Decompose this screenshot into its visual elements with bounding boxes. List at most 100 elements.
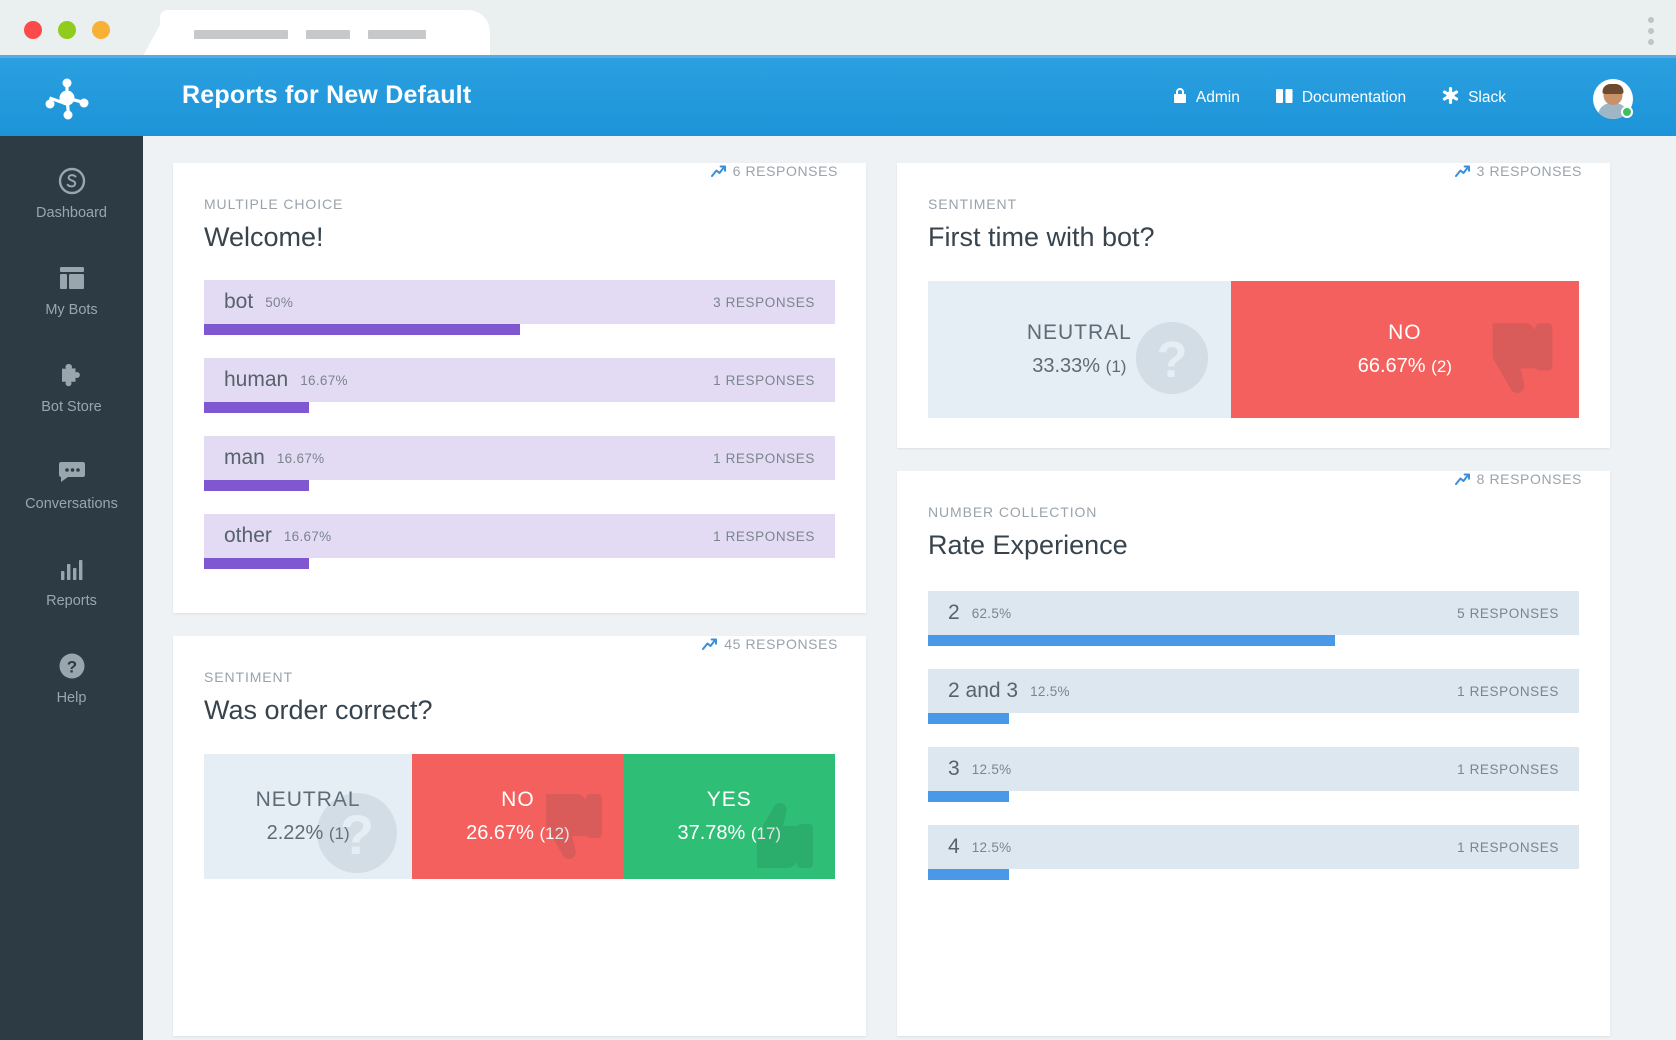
bar-count: 1 RESPONSES	[1457, 761, 1559, 777]
bar-row[interactable]: 2 62.5% 5 RESPONSES	[928, 591, 1579, 646]
sentiment-count: (1)	[1105, 357, 1127, 376]
maximize-window-button[interactable]	[92, 21, 110, 39]
sentiment-segment-neutral[interactable]: NEUTRAL 2.22% (1) ?	[204, 754, 413, 879]
bar-count: 1 RESPONSES	[1457, 683, 1559, 699]
tab-bar-3	[368, 30, 426, 39]
sidebar-item-bot-store[interactable]: Bot Store	[0, 352, 143, 423]
trend-up-icon	[702, 638, 718, 650]
layout-icon	[58, 263, 86, 293]
sentiment-value: 66.67% (2)	[1358, 355, 1452, 378]
card-welcome: MULTIPLE CHOICE 6 RESPONSES Welcome! bot…	[173, 163, 866, 613]
sentiment-percent: 26.67%	[466, 822, 534, 844]
avatar-hair	[1602, 84, 1624, 94]
bar-percent: 16.67%	[283, 528, 332, 544]
card-rate-experience-question: Rate Experience	[928, 530, 1128, 560]
brand-logo-icon[interactable]	[38, 78, 96, 120]
bar-percent: 62.5%	[971, 605, 1012, 621]
card-welcome-responses-label: 6 RESPONSES	[732, 163, 838, 179]
sentiment-count: (17)	[750, 824, 782, 843]
sidebar-item-reports[interactable]: Reports	[0, 546, 143, 617]
card-welcome-question: Welcome!	[204, 222, 324, 252]
bar-label: other	[224, 524, 272, 547]
nav-slack[interactable]: Slack	[1442, 87, 1506, 109]
bar-track: other 16.67% 1 RESPONSES	[204, 514, 835, 558]
card-rate-experience-responses: 8 RESPONSES	[1454, 471, 1582, 487]
sentiment-value: 33.33% (1)	[1032, 355, 1126, 378]
close-window-button[interactable]	[24, 21, 42, 39]
browser-chrome	[0, 0, 1676, 58]
nav-documentation-label: Documentation	[1301, 89, 1407, 106]
bar-track: 2 and 3 12.5% 1 RESPONSES	[928, 669, 1579, 713]
book-icon	[1275, 88, 1293, 109]
sidebar-item-conversations[interactable]: Conversations	[0, 449, 143, 520]
sidebar-item-help[interactable]: ? Help	[0, 643, 143, 714]
sentiment-value: 37.78% (17)	[677, 822, 781, 845]
sentiment-percent: 37.78%	[677, 822, 746, 844]
bar-count: 5 RESPONSES	[1457, 605, 1559, 621]
svg-text:?: ?	[66, 658, 76, 677]
sentiment-segment-yes[interactable]: YES 37.78% (17)	[623, 754, 835, 879]
sentiment-percent: 33.33%	[1032, 355, 1101, 377]
trend-up-icon	[710, 165, 726, 177]
sentiment-segments: NEUTRAL 33.33% (1) ? NO 66.67% (2)	[928, 281, 1579, 418]
header-nav: Admin Documentation Slack	[1173, 87, 1506, 109]
sidebar-item-reports-label: Reports	[46, 593, 97, 609]
minimize-window-button[interactable]	[58, 21, 76, 39]
sentiment-segment-no[interactable]: NO 26.67% (12)	[412, 754, 624, 879]
bar-percent: 12.5%	[1030, 683, 1070, 699]
svg-text:?: ?	[1156, 331, 1187, 388]
bar-track: 3 12.5% 1 RESPONSES	[928, 747, 1579, 791]
bar-row[interactable]: 2 and 3 12.5% 1 RESPONSES	[928, 669, 1579, 724]
bar-fill	[204, 480, 310, 491]
sentiment-segments: NEUTRAL 2.22% (1) ? NO 26.67% (12) YES 3…	[204, 754, 835, 879]
sentiment-segment-neutral[interactable]: NEUTRAL 33.33% (1) ?	[928, 281, 1231, 418]
browser-tab[interactable]	[160, 10, 490, 58]
sentiment-name: YES	[706, 788, 752, 811]
nav-admin[interactable]: Admin	[1173, 87, 1240, 109]
thumbs-down-watermark-icon	[1469, 317, 1561, 414]
bar-count: 1 RESPONSES	[1457, 839, 1559, 855]
tab-bar-2	[306, 30, 350, 39]
bar-fill	[204, 558, 310, 569]
card-first-time-responses: 3 RESPONSES	[1454, 163, 1582, 179]
sidebar-item-conversations-label: Conversations	[25, 496, 118, 512]
bar-percent: 50%	[265, 294, 294, 310]
kebab-dot-1	[1648, 17, 1654, 23]
nav-documentation[interactable]: Documentation	[1275, 88, 1407, 109]
sentiment-count: (2)	[1431, 357, 1452, 376]
bar-row[interactable]: bot 50% 3 RESPONSES	[204, 280, 835, 335]
bar-row[interactable]: other 16.67% 1 RESPONSES	[204, 514, 835, 569]
sidebar-item-dashboard[interactable]: Dashboard	[0, 158, 143, 229]
bar-track: 2 62.5% 5 RESPONSES	[928, 591, 1579, 635]
card-first-time-kind: SENTIMENT	[928, 196, 1017, 212]
card-order-correct: SENTIMENT 45 RESPONSES Was order correct…	[173, 636, 866, 1036]
bar-fill	[928, 635, 1335, 646]
sidebar-item-help-label: Help	[56, 690, 87, 706]
bar-fill	[928, 869, 1010, 880]
sentiment-count: (1)	[328, 824, 350, 843]
sentiment-name: NEUTRAL	[1026, 321, 1132, 344]
bar-label: 2	[948, 601, 960, 624]
puzzle-icon	[58, 360, 86, 390]
card-welcome-responses: 6 RESPONSES	[710, 163, 838, 179]
sentiment-name: NO	[1388, 321, 1422, 344]
browser-menu-icon[interactable]	[1648, 17, 1654, 45]
bar-row[interactable]: 3 12.5% 1 RESPONSES	[928, 747, 1579, 802]
bar-count: 3 RESPONSES	[713, 294, 815, 310]
card-rate-experience: NUMBER COLLECTION 8 RESPONSES Rate Exper…	[897, 471, 1610, 1036]
sidebar-item-my-bots[interactable]: My Bots	[0, 255, 143, 326]
bar-row[interactable]: 4 12.5% 1 RESPONSES	[928, 825, 1579, 880]
bar-row[interactable]: human 16.67% 1 RESPONSES	[204, 358, 835, 413]
bar-fill	[928, 791, 1010, 802]
sentiment-segment-no[interactable]: NO 66.67% (2)	[1230, 281, 1579, 418]
bar-row[interactable]: man 16.67% 1 RESPONSES	[204, 436, 835, 491]
bar-percent: 16.67%	[276, 450, 325, 466]
circle-s-icon	[58, 166, 86, 196]
bar-label: 4	[948, 835, 960, 858]
bar-track: 4 12.5% 1 RESPONSES	[928, 825, 1579, 869]
avatar[interactable]	[1593, 79, 1633, 119]
trend-up-icon	[1454, 165, 1470, 177]
sentiment-name: NO	[501, 788, 535, 811]
card-order-correct-kind: SENTIMENT	[204, 669, 293, 685]
question-mark-watermark-icon: ?	[1135, 321, 1209, 400]
